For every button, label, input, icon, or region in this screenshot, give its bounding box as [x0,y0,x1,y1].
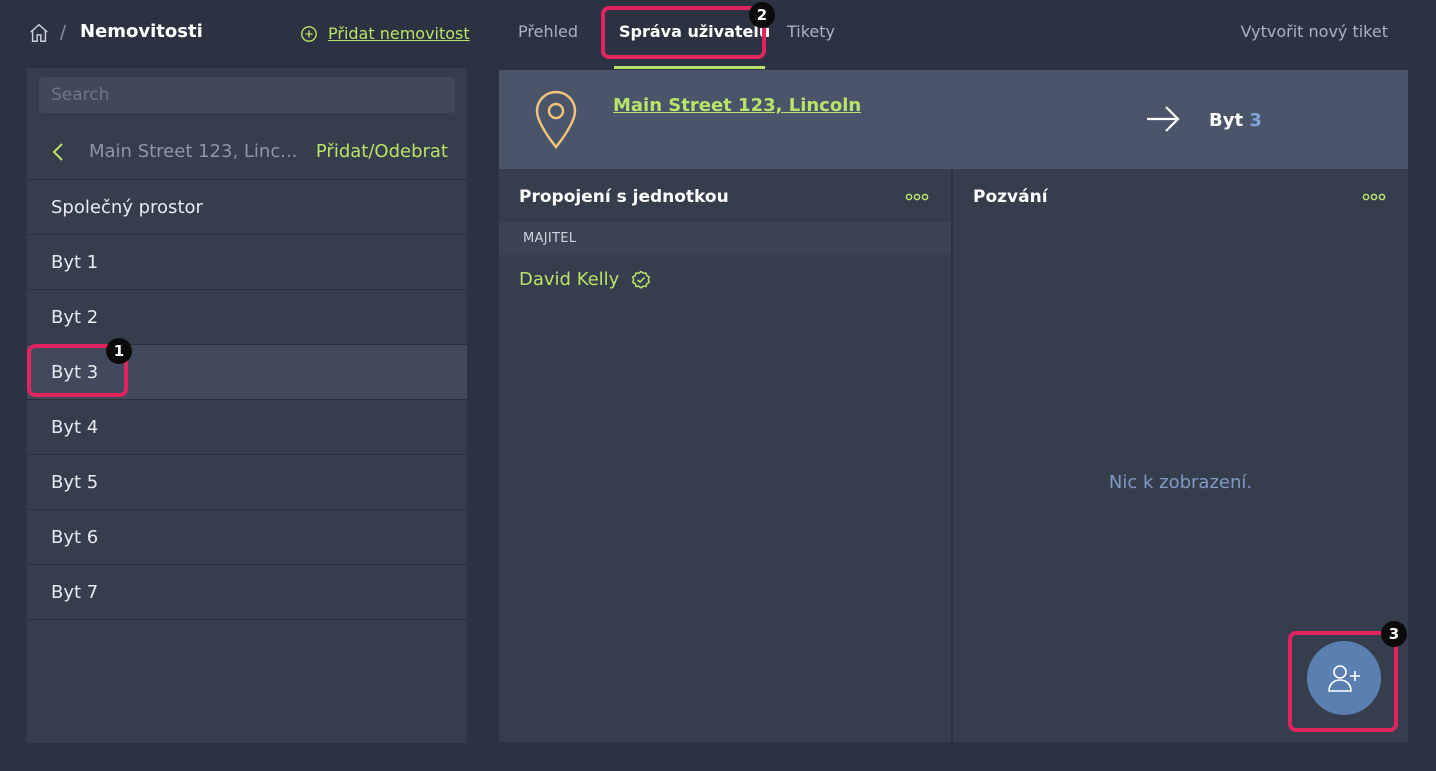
add-circle-icon [301,25,317,42]
unit-item-byt-5[interactable]: Byt 5 [27,455,467,510]
unit-item-byt-4[interactable]: Byt 4 [27,400,467,455]
member-item[interactable]: David Kelly [519,269,651,290]
unit-prefix: Byt [1209,110,1244,131]
home-icon[interactable] [28,22,50,44]
invitations-title: Pozvání [973,187,1048,207]
breadcrumb-separator: / [60,22,67,43]
more-dots-icon[interactable] [1362,191,1386,203]
connections-title: Propojení s jednotkou [519,187,729,207]
location-pin-icon [535,90,577,149]
add-property-label: Přidat nemovitost [328,24,470,43]
member-name: David Kelly [519,269,620,290]
role-group-header: MAJITEL [499,222,951,255]
top-bar: / Nemovitosti Přidat nemovitost Přehled … [0,0,1436,69]
unit-item-byt-7[interactable]: Byt 7 [27,565,467,620]
main-content: Main Street 123, Lincoln Byt 3 Propojení… [499,70,1408,742]
unit-item-byt-3[interactable]: Byt 3 [27,345,467,400]
unit-item-byt-2[interactable]: Byt 2 [27,290,467,345]
add-user-icon [1328,665,1360,692]
unit-number: 3 [1249,110,1262,131]
add-remove-button[interactable]: Přidat/Odebrat [316,141,448,162]
current-unit-label: Byt 3 [1209,110,1262,131]
search-input[interactable] [39,77,455,113]
tab-overview[interactable]: Přehled [518,22,578,41]
unit-item-byt-1[interactable]: Byt 1 [27,235,467,290]
empty-state-text: Nic k zobrazení. [1108,472,1253,493]
new-ticket-button[interactable]: Vytvořit nový tiket [1241,22,1388,41]
add-user-button[interactable] [1307,641,1381,715]
chevron-left-icon[interactable] [51,141,65,163]
property-name: Main Street 123, Linc... [89,141,298,162]
property-header-row: Main Street 123, Linc... Přidat/Odebrat [27,124,467,180]
property-address-link[interactable]: Main Street 123, Lincoln [613,95,861,116]
unit-header: Main Street 123, Lincoln Byt 3 [499,70,1408,169]
tab-user-management[interactable]: Správa uživatelů [619,22,770,41]
tab-tickets[interactable]: Tikety [787,22,835,41]
add-property-link[interactable]: Přidat nemovitost [300,24,470,43]
connections-panel: Propojení s jednotkou MAJITEL David Kell… [499,170,951,742]
verified-icon [632,270,651,289]
unit-list: Společný prostor Byt 1 Byt 2 Byt 3 Byt 4… [27,180,467,620]
unit-item-common-space[interactable]: Společný prostor [27,180,467,235]
more-dots-icon[interactable] [905,191,929,203]
arrow-right-icon [1147,106,1180,132]
breadcrumb-title: Nemovitosti [80,21,203,42]
unit-sidebar: Main Street 123, Linc... Přidat/Odebrat … [27,68,467,743]
unit-item-byt-6[interactable]: Byt 6 [27,510,467,565]
active-tab-indicator [614,66,765,69]
